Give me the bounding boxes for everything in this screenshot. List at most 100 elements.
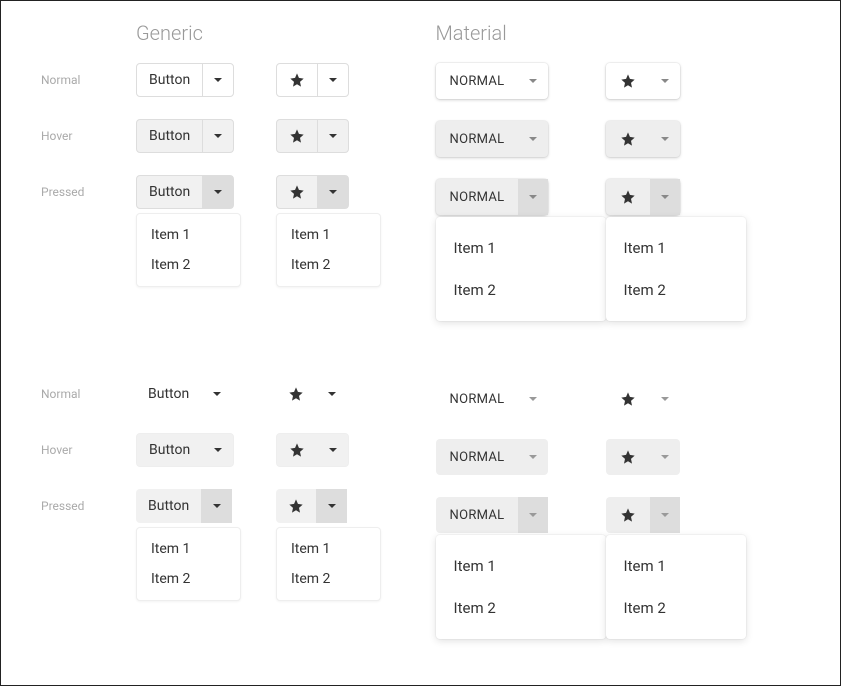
material-title: Material bbox=[436, 21, 801, 45]
material-button-dropdown[interactable]: NORMAL bbox=[436, 179, 549, 215]
menu-item[interactable]: Item 1 bbox=[277, 220, 380, 250]
material-button-dropdown[interactable]: NORMAL bbox=[436, 63, 549, 99]
state-label-pressed: Pressed bbox=[41, 489, 136, 513]
chevron-down-icon bbox=[660, 192, 670, 202]
dropdown-toggle[interactable] bbox=[650, 439, 680, 475]
menu-item[interactable]: Item 1 bbox=[606, 227, 746, 269]
dropdown-menu: Item 1 Item 2 bbox=[436, 535, 606, 639]
generic-column: Generic Normal Button Hover bbox=[41, 11, 406, 659]
material-icon-dropdown[interactable] bbox=[606, 63, 680, 99]
generic-text-dropdown[interactable]: Button bbox=[136, 433, 234, 467]
material-text-dropdown[interactable]: NORMAL bbox=[436, 439, 549, 475]
material-icon-dropdown[interactable] bbox=[606, 179, 680, 215]
dropdown-toggle[interactable] bbox=[202, 64, 233, 96]
menu-item[interactable]: Item 1 bbox=[606, 545, 746, 587]
menu-item[interactable]: Item 2 bbox=[137, 250, 240, 280]
dropdown-toggle[interactable] bbox=[202, 434, 233, 466]
dropdown-toggle[interactable] bbox=[316, 377, 347, 411]
dropdown-toggle[interactable] bbox=[518, 439, 548, 475]
generic-button-dropdown[interactable]: Button bbox=[136, 119, 234, 153]
star-icon bbox=[288, 386, 304, 402]
dropdown-menu: Item 1 Item 2 bbox=[606, 535, 746, 639]
generic-text-dropdown[interactable]: Button bbox=[136, 377, 232, 411]
button-label: NORMAL bbox=[450, 392, 505, 407]
chevron-down-icon bbox=[528, 452, 538, 462]
dropdown-toggle[interactable] bbox=[316, 489, 347, 523]
generic-text-icon-dropdown[interactable] bbox=[276, 433, 349, 467]
generic-text-icon-dropdown[interactable] bbox=[276, 489, 347, 523]
generic-title: Generic bbox=[136, 21, 406, 45]
dropdown-toggle[interactable] bbox=[202, 176, 233, 208]
generic-icon-dropdown[interactable] bbox=[276, 175, 349, 209]
menu-item[interactable]: Item 2 bbox=[277, 250, 380, 280]
star-icon bbox=[289, 72, 305, 88]
menu-item[interactable]: Item 1 bbox=[137, 220, 240, 250]
dropdown-toggle[interactable] bbox=[202, 120, 233, 152]
button-label: Button bbox=[148, 386, 189, 402]
dropdown-toggle[interactable] bbox=[317, 64, 348, 96]
chevron-down-icon bbox=[213, 131, 223, 141]
material-text-icon-dropdown[interactable] bbox=[606, 381, 680, 417]
dropdown-menu: Item 1 Item 2 bbox=[136, 213, 241, 287]
dropdown-toggle[interactable] bbox=[518, 497, 548, 533]
dropdown-toggle[interactable] bbox=[518, 121, 548, 157]
dropdown-toggle[interactable] bbox=[650, 63, 680, 99]
chevron-down-icon bbox=[528, 192, 538, 202]
star-icon bbox=[620, 73, 636, 89]
material-text-icon-dropdown[interactable] bbox=[606, 497, 680, 533]
dropdown-toggle[interactable] bbox=[317, 434, 348, 466]
material-button-dropdown[interactable]: NORMAL bbox=[436, 121, 549, 157]
chevron-down-icon bbox=[660, 76, 670, 86]
dropdown-toggle[interactable] bbox=[650, 179, 680, 215]
dropdown-toggle[interactable] bbox=[317, 176, 348, 208]
dropdown-toggle[interactable] bbox=[317, 120, 348, 152]
generic-text-dropdown[interactable]: Button bbox=[136, 489, 232, 523]
chevron-down-icon bbox=[328, 75, 338, 85]
dropdown-toggle[interactable] bbox=[201, 377, 232, 411]
chevron-down-icon bbox=[528, 76, 538, 86]
dropdown-toggle[interactable] bbox=[518, 179, 548, 215]
generic-button-dropdown[interactable]: Button bbox=[136, 175, 234, 209]
material-text-icon-dropdown[interactable] bbox=[606, 439, 680, 475]
demo-frame: Generic Normal Button Hover bbox=[0, 0, 841, 686]
generic-button-dropdown[interactable]: Button bbox=[136, 63, 234, 97]
star-icon bbox=[288, 498, 304, 514]
material-text-dropdown[interactable]: NORMAL bbox=[436, 497, 549, 533]
chevron-down-icon bbox=[660, 510, 670, 520]
dropdown-toggle[interactable] bbox=[650, 121, 680, 157]
button-label: NORMAL bbox=[450, 450, 505, 465]
material-icon-dropdown[interactable] bbox=[606, 121, 680, 157]
generic-icon-dropdown[interactable] bbox=[276, 119, 349, 153]
menu-item[interactable]: Item 1 bbox=[277, 534, 380, 564]
menu-item[interactable]: Item 2 bbox=[606, 587, 746, 629]
dropdown-toggle[interactable] bbox=[650, 497, 680, 533]
button-label: Button bbox=[148, 498, 189, 514]
menu-item[interactable]: Item 2 bbox=[606, 269, 746, 311]
button-label: Button bbox=[149, 184, 190, 200]
menu-item[interactable]: Item 1 bbox=[137, 534, 240, 564]
dropdown-toggle[interactable] bbox=[518, 63, 548, 99]
chevron-down-icon bbox=[213, 75, 223, 85]
chevron-down-icon bbox=[528, 134, 538, 144]
star-icon bbox=[289, 184, 305, 200]
chevron-down-icon bbox=[212, 389, 222, 399]
dropdown-menu: Item 1 Item 2 bbox=[276, 527, 381, 601]
menu-item[interactable]: Item 2 bbox=[436, 269, 606, 311]
dropdown-toggle[interactable] bbox=[650, 381, 680, 417]
star-icon bbox=[289, 128, 305, 144]
generic-text-icon-dropdown[interactable] bbox=[276, 377, 347, 411]
chevron-down-icon bbox=[213, 187, 223, 197]
menu-item[interactable]: Item 1 bbox=[436, 227, 606, 269]
dropdown-menu: Item 1 Item 2 bbox=[436, 217, 606, 321]
generic-icon-dropdown[interactable] bbox=[276, 63, 349, 97]
button-label: Button bbox=[149, 128, 190, 144]
menu-item[interactable]: Item 2 bbox=[277, 564, 380, 594]
button-label: NORMAL bbox=[450, 132, 505, 147]
menu-item[interactable]: Item 1 bbox=[436, 545, 606, 587]
chevron-down-icon bbox=[328, 187, 338, 197]
material-text-dropdown[interactable]: NORMAL bbox=[436, 381, 549, 417]
dropdown-toggle[interactable] bbox=[201, 489, 232, 523]
dropdown-toggle[interactable] bbox=[518, 381, 548, 417]
menu-item[interactable]: Item 2 bbox=[436, 587, 606, 629]
menu-item[interactable]: Item 2 bbox=[137, 564, 240, 594]
